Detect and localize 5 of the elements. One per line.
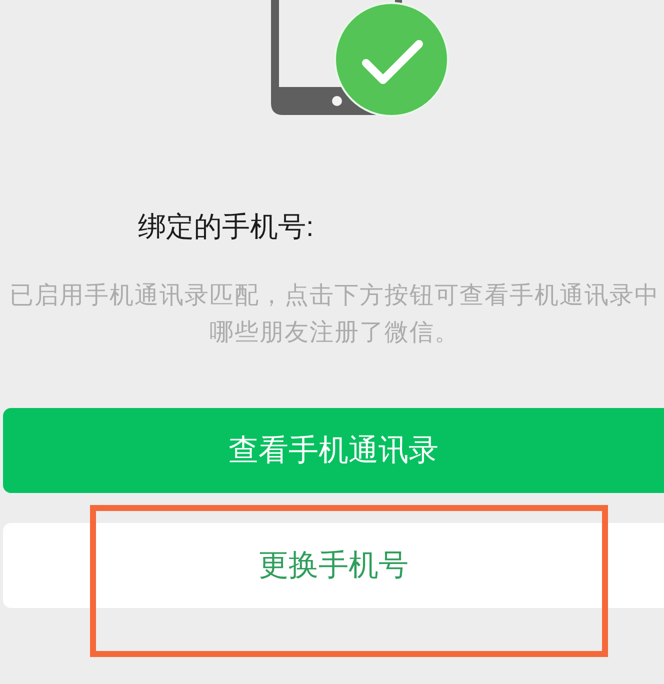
- section-title: 绑定的手机号:: [138, 211, 314, 243]
- check-circle-icon: [334, 2, 449, 117]
- change-number-button[interactable]: 更换手机号: [3, 523, 664, 608]
- view-contacts-button[interactable]: 查看手机通讯录: [3, 408, 664, 493]
- description-text: 已启用手机通讯录匹配，点击下方按钮可查看手机通讯录中哪些朋友注册了微信。: [8, 281, 660, 348]
